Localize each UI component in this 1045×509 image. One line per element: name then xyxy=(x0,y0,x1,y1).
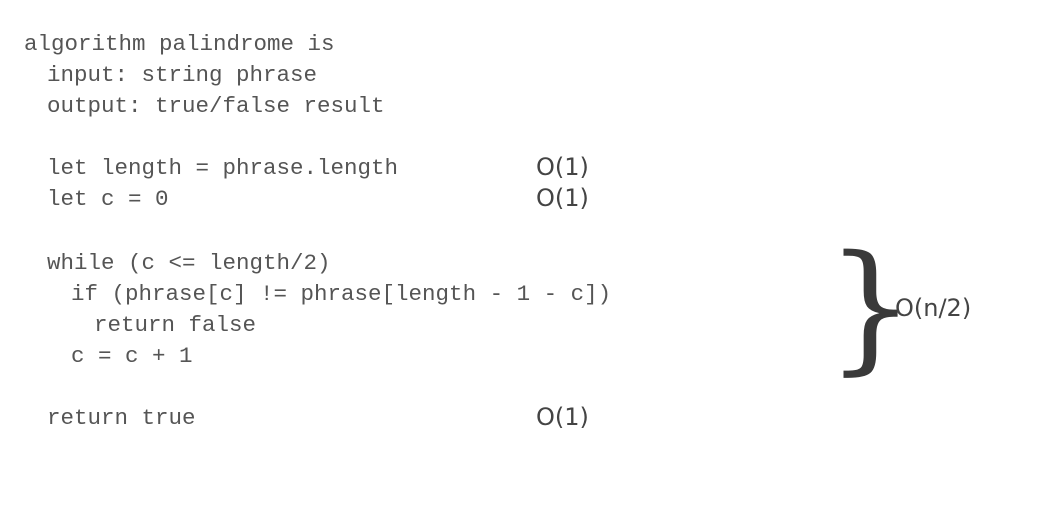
code-line-increment: c = c + 1 xyxy=(71,343,193,369)
code-line-header: algorithm palindrome is xyxy=(24,31,335,57)
code-line-return-false: return false xyxy=(94,312,257,338)
complexity-length: O(1) xyxy=(536,153,589,181)
code-line-if: if (phrase[c] != phrase[length - 1 - c]) xyxy=(71,281,612,307)
complexity-loop: O(n/2) xyxy=(895,294,972,322)
code-line-let-length: let length = phrase.length xyxy=(47,155,399,181)
code-line-input: input: string phrase xyxy=(47,62,318,88)
code-line-output: output: true/false result xyxy=(47,93,385,119)
complexity-return: O(1) xyxy=(536,403,589,431)
code-line-while: while (c <= length/2) xyxy=(47,250,331,276)
code-line-return-true: return true xyxy=(47,405,196,431)
code-line-let-c: let c = 0 xyxy=(47,186,169,212)
complexity-c-init: O(1) xyxy=(536,184,589,212)
